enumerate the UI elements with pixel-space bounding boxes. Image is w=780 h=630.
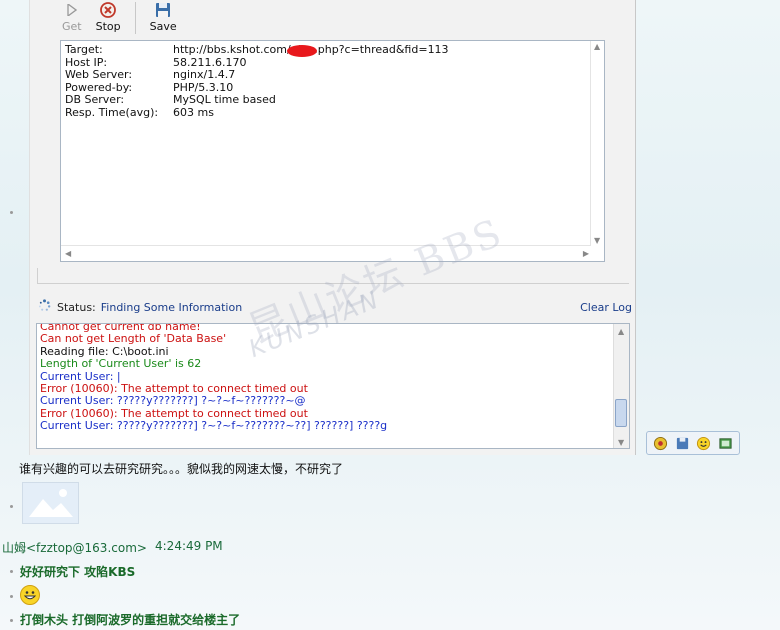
log-list: Cannot get current db name! Can not get L… (40, 324, 388, 433)
floppy-disk-icon (155, 2, 171, 18)
get-button-label: Get (62, 20, 82, 33)
info-label: Web Server: (65, 68, 133, 81)
info-row: Resp. Time(avg): 603 ms (65, 105, 449, 120)
flower-icon[interactable] (652, 435, 669, 452)
image-placeholder[interactable] (22, 482, 79, 524)
clear-log-link[interactable]: Clear Log (580, 301, 632, 314)
scroll-right-icon[interactable]: ▶ (583, 249, 589, 258)
info-label: Resp. Time(avg): (65, 105, 159, 119)
info-horizontal-scrollbar[interactable]: ◀ ▶ (61, 245, 591, 261)
info-row: DB Server: MySQL time based (65, 93, 449, 107)
bullet-marker (10, 505, 13, 508)
info-label: Target: (65, 43, 103, 56)
status-label: Status: (57, 300, 96, 314)
chat-sender: 山姆<fzztop@163.com> (2, 541, 147, 555)
info-value: nginx/1.4.7 (173, 68, 236, 81)
info-value: 603 ms (173, 105, 214, 119)
save-chat-icon[interactable] (674, 435, 691, 452)
info-value: MySQL time based (173, 93, 276, 106)
log-scroll-thumb[interactable] (615, 399, 627, 427)
image-icon (23, 483, 78, 523)
loading-spinner-icon (38, 299, 51, 315)
log-line: Current User: ?????y???????] ?~?~f~?????… (40, 394, 306, 408)
save-button-label: Save (149, 20, 177, 33)
bullet-marker (10, 595, 13, 598)
log-scroll-down-icon[interactable]: ▼ (618, 438, 624, 447)
scroll-left-icon[interactable]: ◀ (65, 249, 71, 258)
chat-reply: 好好研究下 攻陷KBS (20, 565, 136, 579)
smiley-icon[interactable] (695, 435, 712, 452)
chat-reply: 打倒木头 打倒阿波罗的重担就交给楼主了 (20, 613, 241, 627)
emoji-toolbar (646, 431, 740, 455)
bullet-marker (10, 570, 13, 573)
toolbar-separator (134, 2, 136, 34)
stop-button[interactable]: Stop (94, 2, 123, 33)
info-label: DB Server: (65, 93, 125, 106)
log-line: Current User: ?????y???????] ?~?~f~?????… (40, 419, 388, 433)
info-row: Target: http://bbs.kshot.com/ dex.php?c=t… (65, 43, 449, 57)
grin-emoji-icon (20, 585, 40, 605)
info-vertical-scrollbar[interactable]: ▲ ▼ (590, 41, 604, 246)
scroll-down-icon[interactable]: ▼ (594, 236, 600, 245)
bullet-marker (10, 211, 13, 214)
save-button[interactable]: Save (148, 2, 179, 33)
bullet-marker (10, 619, 13, 622)
toolbar: Get Stop Save (60, 2, 179, 36)
scroll-up-icon[interactable]: ▲ (594, 42, 600, 51)
get-button[interactable]: Get (60, 2, 84, 33)
log-line: Can not get Length of 'Data Base' (40, 332, 227, 346)
log-line: Length of 'Current User' is 62 (40, 357, 202, 371)
chat-message: 谁有兴趣的可以去研究研究。。。貌似我的网速太慢，不研究了 (19, 462, 344, 476)
log-vertical-scrollbar[interactable]: ▲ ▼ (613, 324, 629, 448)
target-info-list: Target: http://bbs.kshot.com/ dex.php?c=t… (65, 43, 449, 120)
stop-icon (100, 2, 117, 18)
info-row: Web Server: nginx/1.4.7 (65, 68, 449, 82)
stop-button-label: Stop (95, 20, 121, 33)
screenshot-icon[interactable] (717, 435, 734, 452)
status-text: Finding Some Information (100, 300, 243, 314)
target-info-panel[interactable]: Target: http://bbs.kshot.com/ dex.php?c=t… (60, 40, 605, 262)
play-icon (64, 2, 80, 18)
chat-timestamp: 4:24:49 PM (155, 539, 223, 553)
log-scroll-up-icon[interactable]: ▲ (618, 327, 624, 336)
redaction-mark (287, 45, 317, 57)
log-panel[interactable]: Cannot get current db name! Can not get L… (36, 323, 630, 449)
